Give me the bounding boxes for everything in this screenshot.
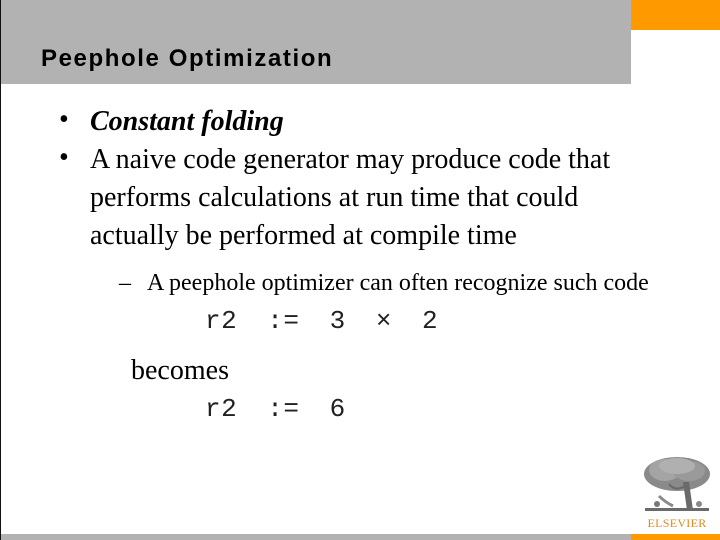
bullet-line-2: performs calculations at run time that c… xyxy=(90,182,579,213)
sub-bullet-marker: – xyxy=(119,270,131,296)
code-before: r2 := 3 × 2 xyxy=(205,306,439,336)
bullet-marker: • xyxy=(59,104,69,135)
footer-bar-orange xyxy=(631,534,720,540)
tree-icon xyxy=(639,452,715,514)
code-after: r2 := 6 xyxy=(205,394,346,424)
bullet-line-1: A naive code generator may produce code … xyxy=(90,144,611,175)
becomes-label: becomes xyxy=(131,355,229,386)
footer-bar-gray xyxy=(1,534,631,540)
bullet-constant-folding: Constant folding xyxy=(90,106,284,137)
slide-title: Peephole Optimization xyxy=(41,45,334,72)
slide: Peephole Optimization • Constant folding… xyxy=(0,0,720,540)
bullet-line-3: actually be performed at compile time xyxy=(90,220,517,251)
bullet-marker: • xyxy=(59,142,69,173)
accent-block-top xyxy=(631,0,720,30)
sub-bullet-text: A peephole optimizer can often recognize… xyxy=(147,270,649,296)
elsevier-wordmark: ELSEVIER xyxy=(647,516,707,530)
elsevier-logo: ELSEVIER xyxy=(639,452,715,530)
